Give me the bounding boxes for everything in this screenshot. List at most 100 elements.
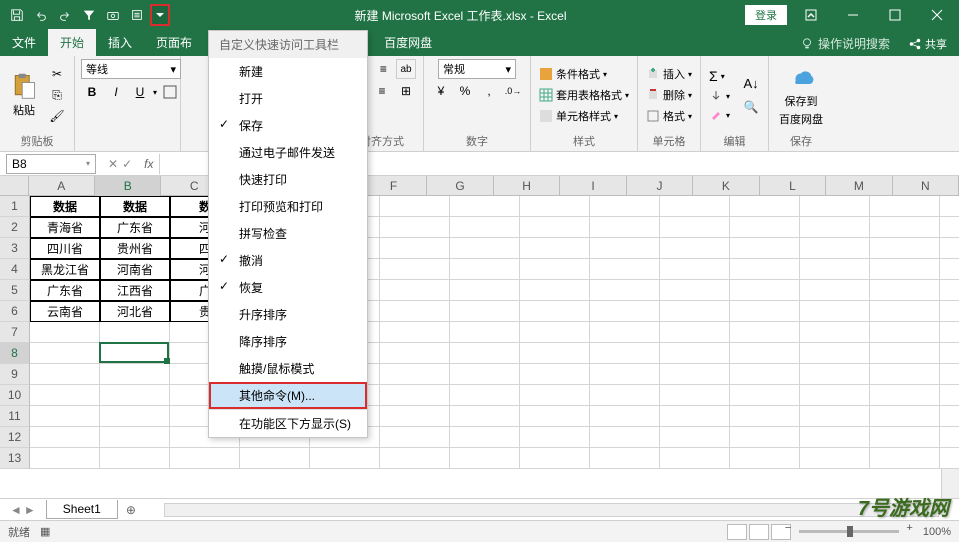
cell[interactable]: [590, 301, 660, 322]
cell[interactable]: [940, 406, 959, 427]
cell[interactable]: [940, 343, 959, 364]
row-header[interactable]: 6: [0, 301, 30, 322]
cell[interactable]: [940, 238, 959, 259]
cell[interactable]: [870, 322, 940, 343]
increase-decimal-icon[interactable]: .0→: [502, 81, 524, 101]
cell[interactable]: [100, 322, 170, 343]
menu-item[interactable]: 拼写检查: [209, 220, 367, 247]
cell[interactable]: [590, 238, 660, 259]
cell[interactable]: 数据: [100, 196, 170, 217]
cell[interactable]: [870, 301, 940, 322]
cell[interactable]: [870, 196, 940, 217]
cell[interactable]: [660, 217, 730, 238]
cell[interactable]: [520, 301, 590, 322]
cell[interactable]: [380, 364, 450, 385]
cell[interactable]: [940, 364, 959, 385]
cell[interactable]: [660, 322, 730, 343]
minimize-icon[interactable]: [835, 0, 871, 30]
cell[interactable]: [870, 448, 940, 469]
menu-item[interactable]: 触摸/鼠标模式: [209, 355, 367, 382]
wrap-text-button[interactable]: ab: [396, 59, 415, 79]
column-header[interactable]: L: [760, 176, 826, 196]
sheet-nav-next-icon[interactable]: ►: [24, 503, 36, 517]
cell[interactable]: [730, 448, 800, 469]
copy-icon[interactable]: ⎘: [46, 85, 68, 105]
column-header[interactable]: N: [893, 176, 959, 196]
row-header[interactable]: 5: [0, 280, 30, 301]
row-header[interactable]: 1: [0, 196, 30, 217]
cell[interactable]: 数据: [30, 196, 100, 217]
cell[interactable]: [310, 448, 380, 469]
cell[interactable]: [450, 364, 520, 385]
cell[interactable]: [100, 364, 170, 385]
cell[interactable]: [660, 301, 730, 322]
cell[interactable]: [870, 280, 940, 301]
cell[interactable]: [800, 448, 870, 469]
cell[interactable]: [450, 343, 520, 364]
cell[interactable]: [450, 196, 520, 217]
cell[interactable]: [380, 259, 450, 280]
cell[interactable]: [730, 196, 800, 217]
cell[interactable]: [800, 406, 870, 427]
row-header[interactable]: 13: [0, 448, 30, 469]
cell[interactable]: [590, 217, 660, 238]
ribbon-options-icon[interactable]: [793, 0, 829, 30]
maximize-icon[interactable]: [877, 0, 913, 30]
share-button[interactable]: 共享: [906, 35, 949, 53]
cell[interactable]: [100, 385, 170, 406]
cell[interactable]: [870, 406, 940, 427]
find-select-icon[interactable]: 🔍: [740, 97, 762, 117]
align-middle-icon[interactable]: ≡: [372, 59, 394, 79]
cell[interactable]: [520, 427, 590, 448]
sheet-nav-prev-icon[interactable]: ◄: [10, 503, 22, 517]
sort-filter-icon[interactable]: A↓: [740, 74, 762, 94]
cell[interactable]: 江西省: [100, 280, 170, 301]
cell[interactable]: [940, 196, 959, 217]
cell[interactable]: [870, 427, 940, 448]
row-header[interactable]: 4: [0, 259, 30, 280]
cell[interactable]: [590, 322, 660, 343]
menu-item[interactable]: 其他命令(M)...: [209, 382, 367, 409]
save-to-baidu-button[interactable]: 保存到 百度网盘: [775, 61, 827, 129]
cell[interactable]: [450, 448, 520, 469]
row-header[interactable]: 2: [0, 217, 30, 238]
close-icon[interactable]: [919, 0, 955, 30]
format-as-table-button[interactable]: 套用表格格式▾: [537, 86, 631, 104]
percent-icon[interactable]: %: [454, 81, 476, 101]
column-header[interactable]: H: [494, 176, 560, 196]
menu-item[interactable]: 在功能区下方显示(S): [209, 409, 367, 437]
cell[interactable]: [870, 364, 940, 385]
tab-插入[interactable]: 插入: [96, 29, 144, 56]
menu-item[interactable]: 撤消: [209, 247, 367, 274]
cell[interactable]: [380, 196, 450, 217]
cell[interactable]: [800, 385, 870, 406]
zoom-level[interactable]: 100%: [923, 526, 951, 538]
number-format-combo[interactable]: 常规▾: [438, 59, 516, 79]
column-header[interactable]: G: [427, 176, 493, 196]
cell[interactable]: [380, 385, 450, 406]
cell[interactable]: [450, 301, 520, 322]
autosum-button[interactable]: Σ ▾: [707, 67, 732, 85]
cell[interactable]: [520, 280, 590, 301]
cell[interactable]: [450, 259, 520, 280]
cell[interactable]: [800, 238, 870, 259]
cut-icon[interactable]: ✂: [46, 64, 68, 84]
cell[interactable]: [660, 385, 730, 406]
cell[interactable]: [380, 301, 450, 322]
border-button[interactable]: [159, 82, 181, 102]
cell[interactable]: [170, 448, 240, 469]
cell[interactable]: [450, 280, 520, 301]
cell[interactable]: [730, 217, 800, 238]
camera-icon[interactable]: [102, 4, 124, 26]
menu-item[interactable]: 降序排序: [209, 328, 367, 355]
undo-icon[interactable]: [30, 4, 52, 26]
cell[interactable]: [660, 259, 730, 280]
cell[interactable]: [730, 406, 800, 427]
cell[interactable]: [590, 385, 660, 406]
menu-item[interactable]: 新建: [209, 58, 367, 85]
merge-button[interactable]: ⊞: [395, 81, 417, 101]
cell[interactable]: [100, 427, 170, 448]
cell[interactable]: [870, 217, 940, 238]
cell[interactable]: [520, 364, 590, 385]
cell[interactable]: [590, 364, 660, 385]
